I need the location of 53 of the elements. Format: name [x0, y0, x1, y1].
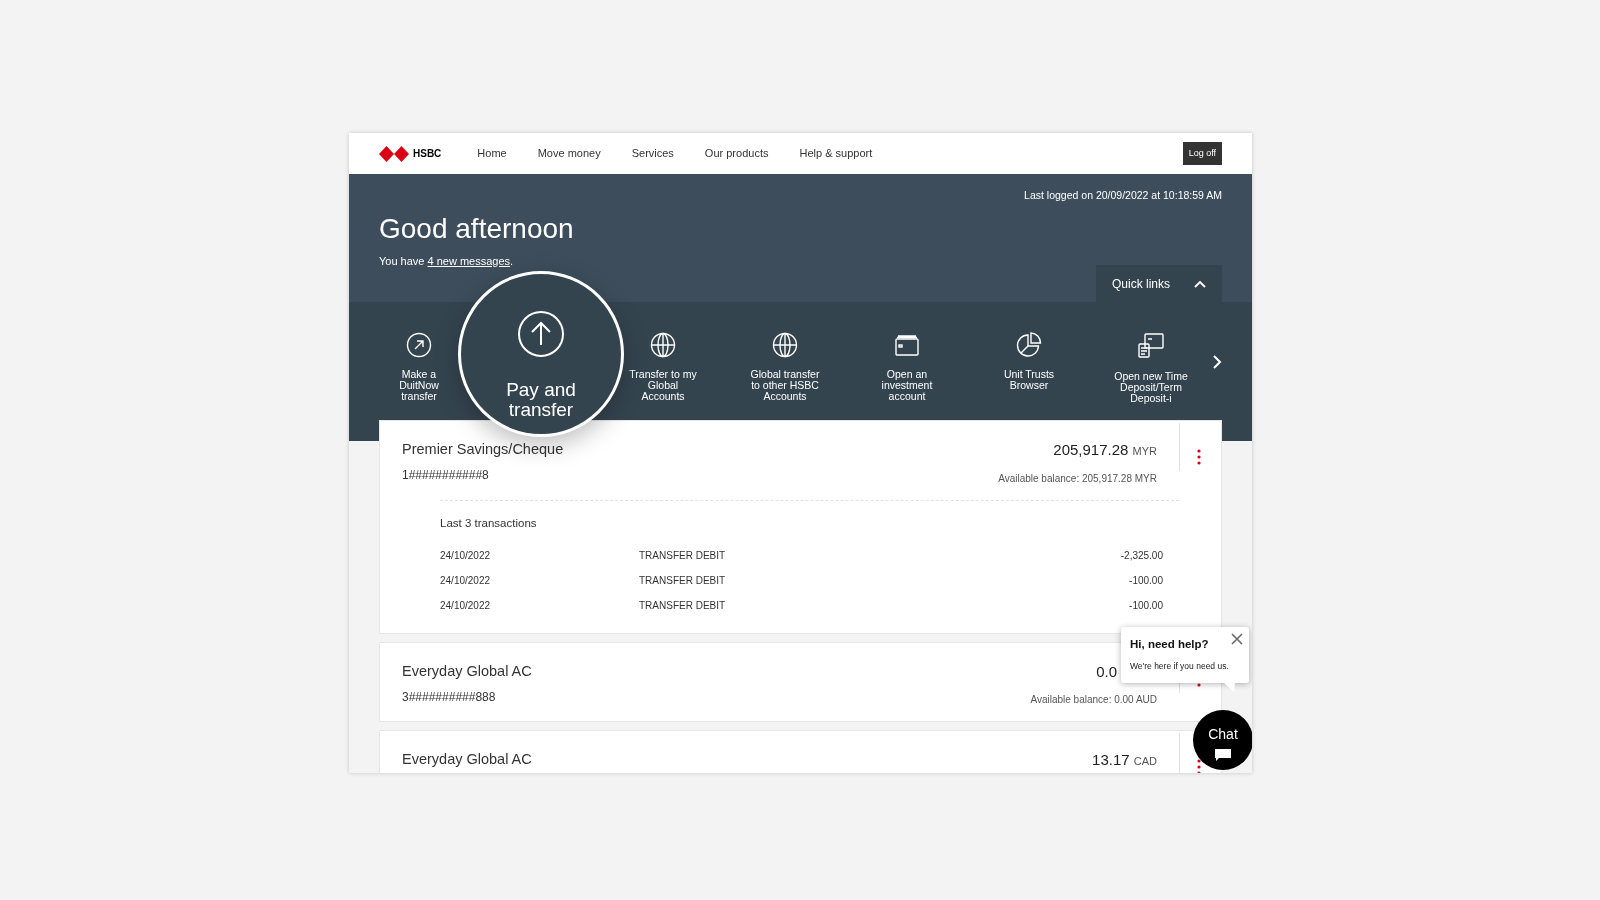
- transaction-date: 24/10/2022: [440, 573, 492, 588]
- brand-name: HSBC: [413, 147, 442, 161]
- close-icon: [1231, 633, 1243, 645]
- nav-link[interactable]: Help & support: [799, 145, 873, 162]
- last-login-text: Last logged on 20/09/2022 at 10:18:59 AM: [1023, 188, 1222, 203]
- transaction-date: 24/10/2022: [440, 548, 492, 563]
- more-options-icon[interactable]: [1197, 449, 1201, 465]
- more-options-icon[interactable]: [1197, 759, 1201, 773]
- available-balance: Available balance: 0.00 AUD: [1030, 693, 1157, 708]
- nav-link[interactable]: Home: [477, 145, 507, 162]
- transaction-amount: -100.00: [1129, 598, 1163, 613]
- balance-amount: 13.17 CAD: [1092, 750, 1157, 771]
- globe-icon: [772, 332, 798, 358]
- chat-icon: [1215, 749, 1231, 761]
- deposit-document-icon: [1137, 332, 1165, 360]
- transaction-description: TRANSFER DEBIT: [639, 548, 726, 563]
- account-number: 1###########8: [402, 466, 490, 484]
- pie-chart-icon: [1016, 332, 1042, 358]
- transaction-date: 24/10/2022: [440, 598, 492, 613]
- quick-link[interactable]: Transfer to my Global Accounts: [629, 332, 697, 403]
- globe-icon: [650, 332, 676, 358]
- quick-link[interactable]: Open new Time Deposit/Term Deposit-i: [1114, 332, 1188, 405]
- wallet-icon: [894, 332, 920, 358]
- help-title: Hi, need help?: [1130, 637, 1210, 652]
- help-text: We're here if you need us.: [1130, 660, 1230, 673]
- log-off-button[interactable]: Log off: [1182, 141, 1222, 166]
- available-balance: Available balance: 205,917.28 MYR: [998, 471, 1157, 486]
- account-number: 3##########888: [402, 688, 497, 706]
- close-button[interactable]: [1231, 633, 1243, 645]
- nav-link[interactable]: Services: [631, 145, 674, 162]
- balance-amount: 205,917.28 MYR: [1052, 440, 1157, 460]
- transaction-amount: -2,325.00: [1120, 548, 1163, 563]
- greeting-heading: Good afternoon: [379, 213, 575, 245]
- transaction-amount: -100.00: [1129, 573, 1163, 588]
- nav-link[interactable]: Our products: [704, 145, 769, 162]
- account-name: Everyday Global AC: [402, 750, 532, 770]
- quick-link[interactable]: Global transfer to other HSBC Accounts: [750, 332, 820, 403]
- account-name: Everyday Global AC: [402, 661, 532, 681]
- quick-links-toggle[interactable]: Quick links: [1096, 264, 1222, 303]
- chevron-right-icon: [1212, 354, 1222, 369]
- transaction-description: TRANSFER DEBIT: [639, 573, 726, 588]
- quick-link[interactable]: Make a DuitNow transfer: [399, 332, 439, 403]
- arrow-circle-icon: [406, 332, 432, 358]
- account-name: Premier Savings/Cheque: [402, 440, 564, 459]
- balance-amount: 0.0: [1095, 661, 1117, 682]
- nav-link[interactable]: Move money: [537, 145, 601, 162]
- quick-link[interactable]: Unit Trusts Browser: [1003, 332, 1055, 392]
- quick-link[interactable]: Open an investment account: [881, 332, 933, 403]
- up-arrow-circle-icon: [517, 309, 565, 358]
- transactions-heading: Last 3 transactions: [440, 515, 538, 531]
- chat-button[interactable]: Chat: [1193, 710, 1252, 770]
- transaction-description: TRANSFER DEBIT: [639, 598, 726, 613]
- messages-text: You have 4 new messages.: [379, 253, 514, 269]
